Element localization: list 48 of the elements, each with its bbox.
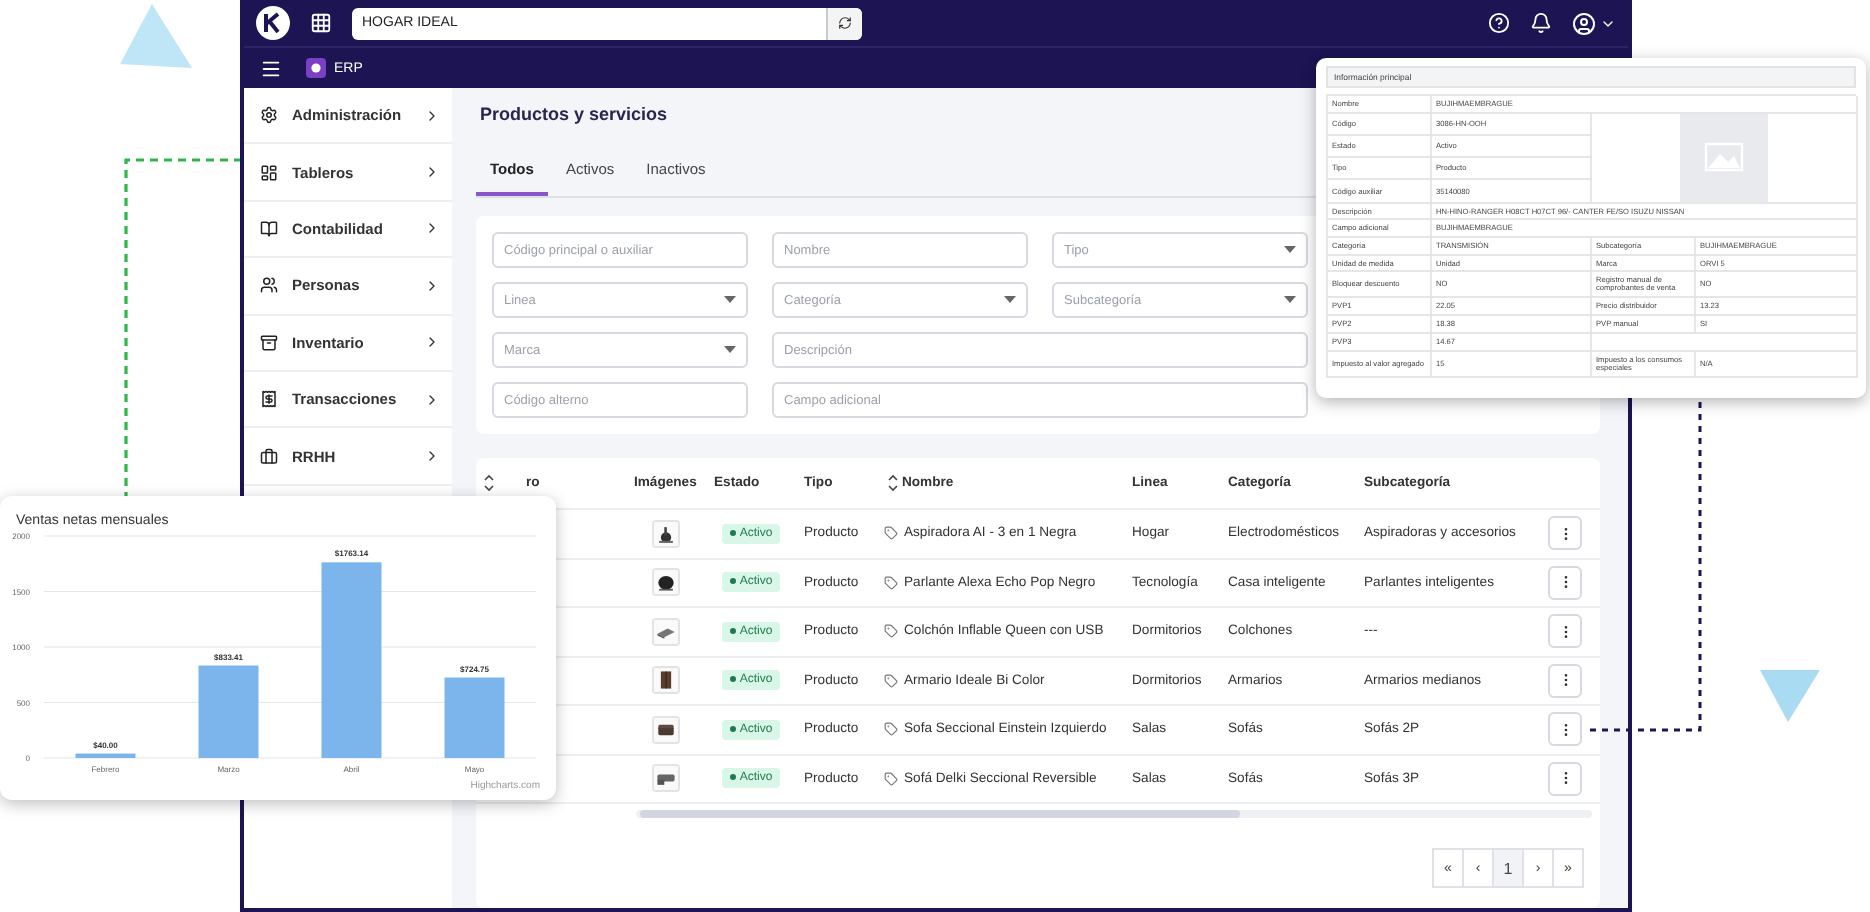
briefcase-icon <box>260 447 278 466</box>
tag-icon <box>884 575 898 590</box>
dot-icon <box>729 627 736 634</box>
chevron-icon <box>424 277 440 294</box>
bell-icon[interactable] <box>1530 12 1552 34</box>
dashboard-icon <box>260 163 278 182</box>
dot-icon <box>729 676 736 683</box>
chevron-icon <box>424 334 440 351</box>
chevron-icon <box>424 391 440 408</box>
book-icon <box>260 219 278 238</box>
erp-icon <box>306 58 326 78</box>
caret-icon <box>724 346 736 354</box>
user-icon[interactable] <box>1572 11 1596 35</box>
sort-icon[interactable] <box>484 474 494 492</box>
tag-icon <box>884 624 898 639</box>
page-title: Productos y servicios <box>480 104 668 124</box>
logo-icon <box>256 6 290 40</box>
tag-icon <box>884 771 898 786</box>
dot-icon <box>729 774 736 781</box>
refresh-icon[interactable] <box>838 16 852 30</box>
tag-icon <box>884 673 898 688</box>
caret-icon <box>1284 246 1296 254</box>
scrollbar[interactable] <box>636 809 1592 817</box>
people-icon <box>260 276 278 295</box>
dot-icon <box>729 578 736 585</box>
help-icon[interactable] <box>1488 12 1510 34</box>
apps-grid-icon[interactable] <box>310 12 332 34</box>
receipt-icon <box>260 390 278 409</box>
menu-icon[interactable] <box>260 57 282 79</box>
chevron-icon <box>424 220 440 237</box>
chevron-icon <box>424 448 440 465</box>
page-button[interactable]: 1 <box>1492 848 1524 888</box>
caret-icon <box>1004 296 1016 304</box>
dot-icon <box>729 725 736 732</box>
gear-icon <box>260 106 278 125</box>
caret-icon <box>1284 296 1296 304</box>
decorative-triangle <box>1756 666 1824 726</box>
bar <box>75 753 136 758</box>
chevron-icon <box>424 107 440 124</box>
tag-icon <box>884 526 898 541</box>
caret-icon <box>724 296 736 304</box>
archive-icon <box>260 333 278 352</box>
bar <box>198 665 259 758</box>
dot-icon <box>729 529 736 536</box>
chevron-icon <box>424 164 440 181</box>
tag-icon <box>884 722 898 737</box>
bar <box>444 677 505 758</box>
sort-icon[interactable] <box>888 474 898 492</box>
